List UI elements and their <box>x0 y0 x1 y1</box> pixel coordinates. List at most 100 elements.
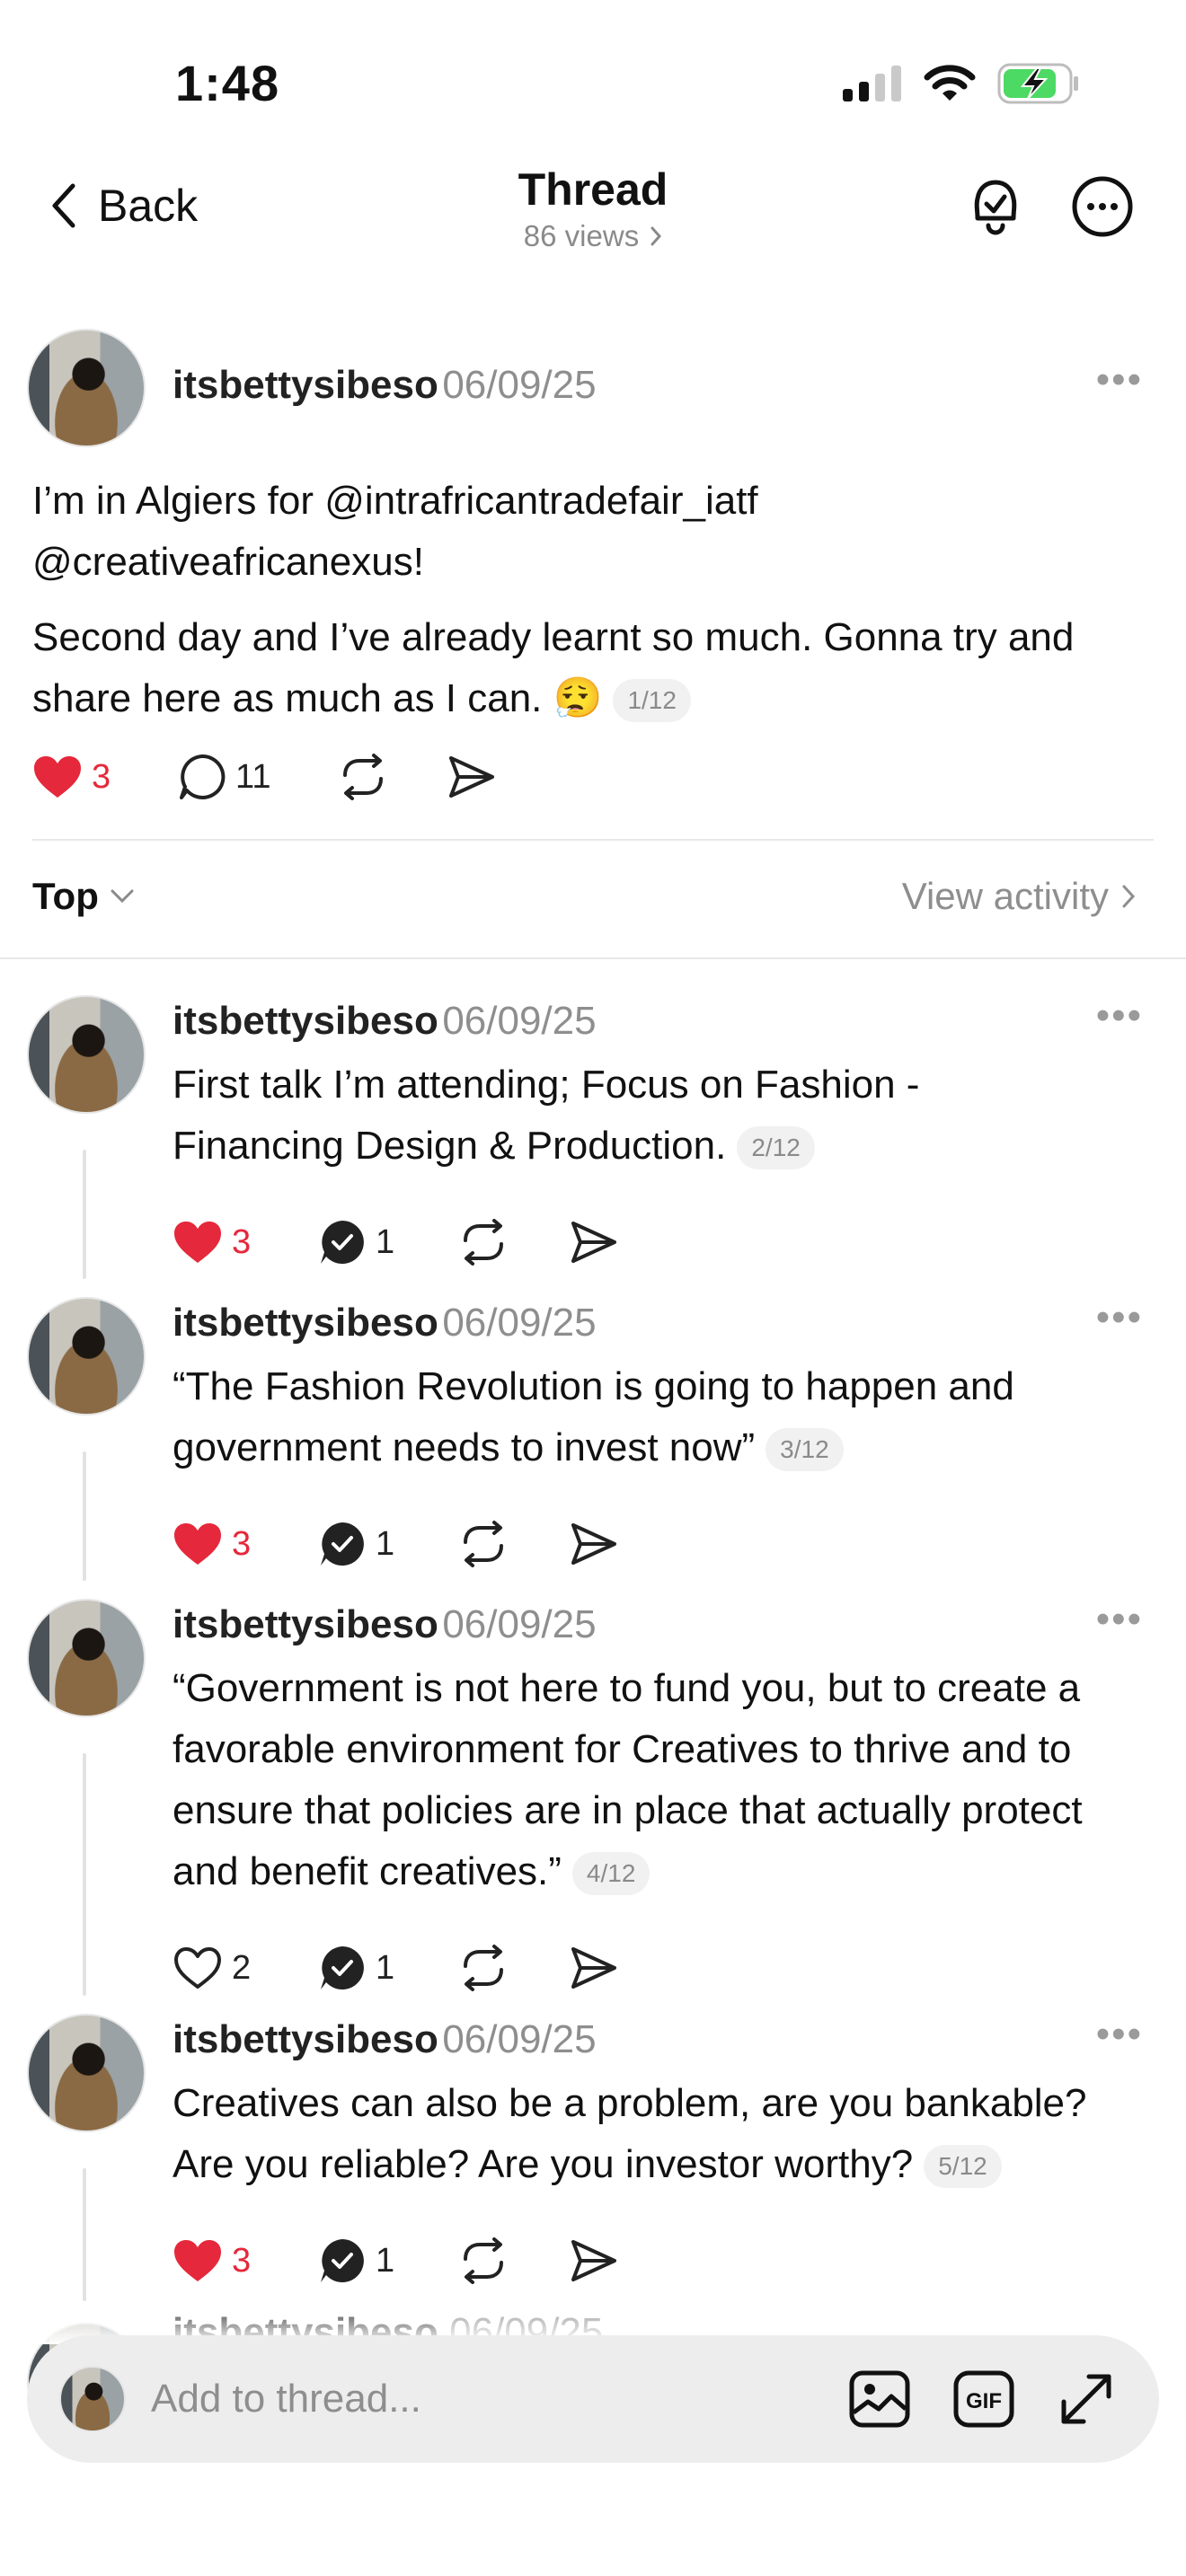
header-actions <box>967 175 1134 238</box>
post-line: @creativeafricanexus! <box>32 540 424 584</box>
share-button[interactable] <box>570 1945 618 1990</box>
repost-icon <box>464 1945 503 1991</box>
like-count: 2 <box>232 1948 252 1987</box>
post-more-icon[interactable]: ••• <box>1096 357 1143 402</box>
sort-label: Top <box>32 875 99 917</box>
replied-check-icon <box>321 1522 364 1566</box>
expand-icon[interactable] <box>1057 2369 1116 2429</box>
repost-icon <box>464 1521 503 1567</box>
avatar[interactable] <box>27 2014 146 2132</box>
reply-count: 1 <box>376 1524 395 1563</box>
composer-input[interactable]: Add to thread... <box>151 2377 848 2422</box>
send-icon <box>449 756 494 798</box>
post-more-icon[interactable]: ••• <box>1096 1597 1143 1642</box>
like-count: 3 <box>232 1222 252 1261</box>
username[interactable]: itsbettysibeso <box>173 363 438 407</box>
reply-line: and benefit creatives.” 4/12 <box>173 1841 1170 1902</box>
reply-meta: itsbettysibeso 06/09/25 <box>173 1602 597 1647</box>
username[interactable]: itsbettysibeso <box>173 999 438 1043</box>
repost-button[interactable] <box>458 2237 570 2284</box>
reply-button[interactable]: 11 <box>178 753 338 801</box>
reply-button[interactable]: 1 <box>318 1520 458 1568</box>
repost-button[interactable] <box>458 1219 570 1266</box>
reply-count: 1 <box>376 2241 395 2280</box>
post-line: I’m in Algiers for @intrafricantradefair… <box>32 479 758 523</box>
cellular-signal-icon <box>843 66 901 101</box>
gif-icon[interactable]: GIF <box>952 2369 1015 2429</box>
chevron-down-icon <box>111 889 134 904</box>
thread-connector <box>83 1451 86 1581</box>
thread-counter: 4/12 <box>571 1852 651 1896</box>
repost-button[interactable] <box>458 1521 570 1567</box>
reply-meta: itsbettysibeso 06/09/25 <box>173 1301 597 1345</box>
post-date: 06/09/25 <box>442 1301 597 1345</box>
reply-line: ensure that policies are in place that a… <box>173 1788 1083 1832</box>
post-line: Second day and I’ve already learnt so mu… <box>32 615 1075 659</box>
username[interactable]: itsbettysibeso <box>173 2017 438 2061</box>
reply-button[interactable]: 1 <box>318 2236 458 2285</box>
post-more-icon[interactable]: ••• <box>1096 993 1143 1038</box>
avatar[interactable] <box>27 329 146 447</box>
avatar[interactable] <box>27 1297 146 1416</box>
reply-button[interactable]: 1 <box>318 1218 458 1266</box>
repost-button[interactable] <box>338 754 447 800</box>
share-button[interactable] <box>570 1522 618 1566</box>
post-more-icon[interactable]: ••• <box>1096 1295 1143 1340</box>
post-text: Second day and I’ve already learnt so mu… <box>32 607 1155 729</box>
image-icon[interactable] <box>848 2369 911 2429</box>
thread-connector <box>83 2168 86 2301</box>
heart-filled-icon <box>34 756 81 798</box>
status-time: 1:48 <box>175 55 280 111</box>
heart-filled-icon <box>174 2240 221 2281</box>
avatar[interactable] <box>27 1599 146 1717</box>
post-date: 06/09/25 <box>442 2017 597 2061</box>
like-button[interactable]: 3 <box>173 1220 318 1265</box>
section-divider <box>0 957 1186 959</box>
composer-actions: GIF <box>848 2369 1116 2429</box>
like-count: 3 <box>92 757 111 796</box>
repost-button[interactable] <box>458 1945 570 1991</box>
heart-filled-icon <box>174 1523 221 1565</box>
divider <box>32 839 1154 841</box>
more-options-icon[interactable] <box>1071 175 1134 238</box>
repost-icon <box>464 1219 503 1266</box>
thread-counter: 2/12 <box>737 1126 815 1170</box>
view-activity-link[interactable]: View activity <box>902 875 1136 918</box>
thread-counter: 1/12 <box>613 679 691 723</box>
post-actions: 31 <box>173 1218 618 1266</box>
post-meta: itsbettysibeso 06/09/25 <box>173 363 597 408</box>
reply-button[interactable]: 1 <box>318 1944 458 1992</box>
heart-outline-icon <box>174 1947 221 1989</box>
chevron-right-icon <box>651 226 662 246</box>
thread-counter: 5/12 <box>924 2145 1002 2189</box>
avatar[interactable] <box>27 995 146 1114</box>
reply-text: First talk I’m attending; Focus on Fashi… <box>173 1054 1170 1177</box>
like-button[interactable]: 3 <box>32 754 178 799</box>
like-button[interactable]: 3 <box>173 2238 318 2283</box>
reply-meta: itsbettysibeso 06/09/25 <box>173 2017 597 2062</box>
like-count: 3 <box>232 2241 252 2280</box>
username[interactable]: itsbettysibeso <box>173 1301 438 1345</box>
sort-dropdown[interactable]: Top <box>32 875 135 918</box>
reply-line: Financing Design & Production. 2/12 <box>173 1116 1170 1177</box>
username[interactable]: itsbettysibeso <box>173 1602 438 1646</box>
like-button[interactable]: 3 <box>173 1522 318 1566</box>
reply-line: “The Fashion Revolution is going to happ… <box>173 1364 1014 1408</box>
exhale-emoji: 😮‍💨 <box>553 676 603 720</box>
share-button[interactable] <box>570 1220 618 1265</box>
replied-check-icon <box>321 2239 364 2282</box>
notification-bell-icon[interactable] <box>967 175 1024 238</box>
reply-line: favorable environment for Creatives to t… <box>173 1727 1072 1771</box>
wifi-icon <box>924 65 976 101</box>
reply-count: 1 <box>376 1948 395 1987</box>
reply-count: 1 <box>376 1222 395 1261</box>
post-more-icon[interactable]: ••• <box>1096 2012 1143 2057</box>
like-button[interactable]: 2 <box>173 1945 318 1990</box>
views-count: 86 views <box>523 219 640 252</box>
share-button[interactable] <box>570 2238 618 2283</box>
reply-line: government needs to invest now” 3/12 <box>173 1417 1170 1478</box>
composer-bar[interactable]: Add to thread... GIF <box>27 2335 1159 2463</box>
share-button[interactable] <box>447 754 496 799</box>
post-actions: 31 <box>173 1520 618 1568</box>
chevron-right-icon <box>1122 885 1136 908</box>
